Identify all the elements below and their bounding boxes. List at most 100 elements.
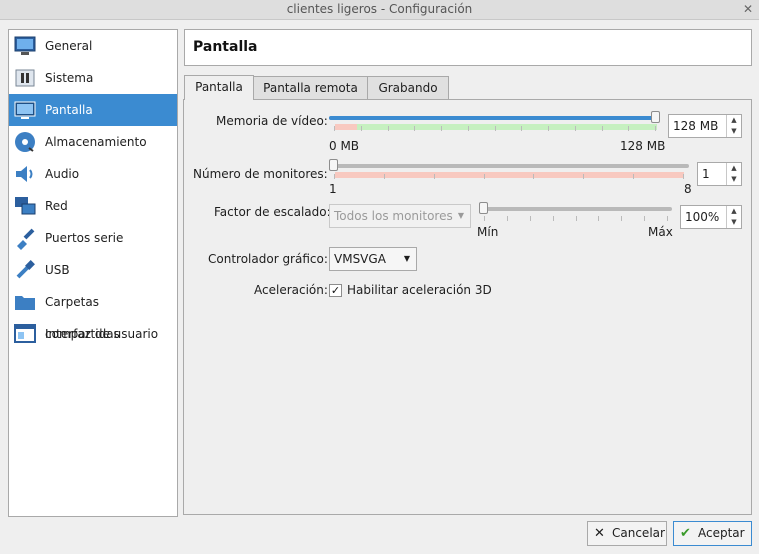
slider-tick <box>388 126 389 131</box>
tab-label: Pantalla <box>195 80 243 94</box>
checkmark-icon: ✓ <box>330 284 341 297</box>
slider-tick <box>434 174 435 179</box>
tab-pantalla-remota[interactable]: Pantalla remota <box>253 76 368 100</box>
sidebar-item-puertos-serie[interactable]: Puertos serie <box>9 222 177 254</box>
accept-button[interactable]: ✔ Aceptar <box>673 521 752 546</box>
graphics-controller-combo[interactable]: VMSVGA ▼ <box>329 247 417 271</box>
scale-monitor-combo-value: Todos los monitores <box>334 209 453 223</box>
folder-icon <box>15 296 35 310</box>
monitors-slider-handle[interactable] <box>329 159 338 171</box>
slider-tick <box>598 216 599 221</box>
spin-down-icon[interactable]: ▼ <box>727 126 741 137</box>
scale-monitor-combo[interactable]: Todos los monitores ▼ <box>329 204 471 228</box>
window-icon <box>14 324 36 343</box>
scale-factor-ticks <box>484 216 668 221</box>
monitors-ticks <box>334 174 684 179</box>
close-icon: ✕ <box>594 526 605 541</box>
sidebar-item-label: Pantalla <box>45 103 93 117</box>
enable-3d-acceleration-label[interactable]: Habilitar aceleración 3D <box>347 283 492 297</box>
scale-factor-slider[interactable] <box>479 202 672 214</box>
window-titlebar: clientes ligeros - Configuración ✕ <box>0 0 759 20</box>
slider-tick <box>361 126 362 131</box>
sidebar-item-label: Sistema <box>45 71 94 85</box>
slider-tick <box>533 174 534 179</box>
slider-tick <box>495 126 496 131</box>
monitor-icon <box>14 36 36 55</box>
slider-tick <box>334 126 335 131</box>
scale-factor-spinbox[interactable]: 100% ▲ ▼ <box>680 205 742 229</box>
slider-tick <box>441 126 442 131</box>
chip-icon <box>15 69 35 87</box>
spin-buttons: ▲ ▼ <box>726 163 741 185</box>
slider-tick <box>602 126 603 131</box>
monitors-min-label: 1 <box>329 182 337 196</box>
sidebar-item-label: Audio <box>45 167 80 181</box>
usb-icon <box>16 260 35 279</box>
monitors-spinbox[interactable]: 1 ▲ ▼ <box>697 162 742 186</box>
scale-factor-value: 100% <box>685 210 720 224</box>
slider-tick <box>667 216 668 221</box>
page-title: Pantalla <box>193 39 258 55</box>
slider-tick <box>553 216 554 221</box>
sidebar-item-red[interactable]: Red <box>9 190 177 222</box>
sidebar-item-label: General <box>45 39 93 53</box>
video-memory-slider-handle[interactable] <box>651 111 660 123</box>
acceleration-label: Aceleración: <box>254 283 328 297</box>
spin-up-icon[interactable]: ▲ <box>727 206 741 217</box>
serial-port-icon <box>17 228 35 250</box>
disk-icon <box>15 132 35 152</box>
enable-3d-acceleration-checkbox[interactable]: ✓ <box>329 284 342 297</box>
sidebar-item-sistema[interactable]: Sistema <box>9 62 177 94</box>
scale-factor-max-label: Máx <box>648 225 673 239</box>
section-header: Pantalla <box>184 29 752 66</box>
tab-grabando[interactable]: Grabando <box>367 76 449 100</box>
spin-down-icon[interactable]: ▼ <box>727 174 741 185</box>
sidebar-item-general[interactable]: General <box>9 30 177 62</box>
video-memory-value: 128 MB <box>673 119 719 133</box>
video-memory-spinbox[interactable]: 128 MB ▲ ▼ <box>668 114 742 138</box>
monitors-max-label: 8 <box>684 182 692 196</box>
spin-up-icon[interactable]: ▲ <box>727 163 741 174</box>
checkmark-icon: ✔ <box>680 526 691 541</box>
display-icon <box>14 101 36 119</box>
speaker-icon <box>16 166 33 182</box>
sidebar-item-carpetas-compartidas[interactable]: Carpetas compartidas <box>9 286 177 341</box>
scale-factor-label: Factor de escalado: <box>214 205 331 219</box>
tab-pantalla[interactable]: Pantalla <box>184 75 254 100</box>
slider-tick <box>576 216 577 221</box>
cancel-button[interactable]: ✕ Cancelar <box>587 521 667 546</box>
spin-up-icon[interactable]: ▲ <box>727 115 741 126</box>
slider-tick <box>530 216 531 221</box>
slider-tick <box>507 216 508 221</box>
sidebar-item-interfaz-de-usuario[interactable]: Interfaz de usuario <box>9 318 177 350</box>
chevron-down-icon: ▼ <box>403 254 410 263</box>
slider-tick <box>484 216 485 221</box>
monitors-slider[interactable] <box>329 159 689 171</box>
tab-content-pantalla <box>183 99 752 515</box>
monitors-value: 1 <box>702 167 710 181</box>
slider-tick <box>414 126 415 131</box>
slider-tick <box>548 126 549 131</box>
sidebar-item-pantalla[interactable]: Pantalla <box>9 94 177 126</box>
sidebar-item-label: Almacenamiento <box>45 135 147 149</box>
slider-tick <box>468 126 469 131</box>
scale-factor-slider-handle[interactable] <box>479 202 488 214</box>
spin-buttons: ▲ ▼ <box>726 206 741 228</box>
sidebar-item-audio[interactable]: Audio <box>9 158 177 190</box>
graphics-controller-label: Controlador gráfico: <box>208 252 328 266</box>
chevron-down-icon: ▼ <box>457 211 464 220</box>
slider-tick <box>628 126 629 131</box>
slider-tick <box>521 126 522 131</box>
window-title: clientes ligeros - Configuración <box>286 2 473 16</box>
video-memory-min-label: 0 MB <box>329 139 360 153</box>
sidebar-item-usb[interactable]: USB <box>9 254 177 286</box>
tab-label: Grabando <box>378 81 438 95</box>
video-memory-slider[interactable] <box>329 111 660 123</box>
window-close-icon[interactable]: ✕ <box>743 0 753 19</box>
sidebar-item-almacenamiento[interactable]: Almacenamiento <box>9 126 177 158</box>
spin-down-icon[interactable]: ▼ <box>727 217 741 228</box>
cancel-button-label: Cancelar <box>612 526 665 540</box>
slider-tick <box>644 216 645 221</box>
network-icon <box>15 197 36 215</box>
slider-tick <box>334 174 335 179</box>
